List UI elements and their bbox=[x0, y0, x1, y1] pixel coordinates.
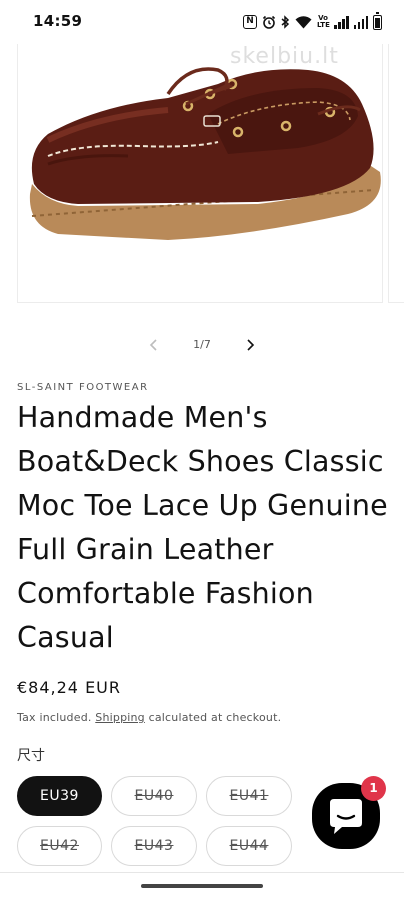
size-option-eu43[interactable]: EU43 bbox=[111, 826, 197, 866]
product-image[interactable] bbox=[17, 44, 383, 303]
size-option-label: EU41 bbox=[229, 788, 269, 804]
status-bar: 14:59 N Vo LTE bbox=[0, 0, 404, 44]
size-option-label: EU44 bbox=[229, 838, 269, 854]
vendor-name: SL-SAINT FOOTWEAR bbox=[17, 382, 149, 393]
tax-suffix: calculated at checkout. bbox=[148, 711, 282, 724]
signal-icon bbox=[353, 15, 368, 29]
nfc-icon: N bbox=[243, 15, 257, 29]
next-image-peek[interactable] bbox=[388, 44, 404, 303]
tax-note: Tax included. Shipping calculated at che… bbox=[17, 711, 281, 724]
chat-notification-badge: 1 bbox=[361, 776, 386, 801]
signal-icon bbox=[334, 15, 349, 29]
size-option-label: EU39 bbox=[40, 788, 79, 804]
size-option-eu40[interactable]: EU40 bbox=[111, 776, 197, 816]
shoe-illustration bbox=[29, 67, 381, 240]
status-icons: N Vo LTE bbox=[243, 11, 382, 31]
slider-controls: 1/7 bbox=[130, 330, 270, 360]
status-time: 14:59 bbox=[33, 12, 83, 30]
chevron-left-icon[interactable] bbox=[142, 333, 166, 357]
tax-prefix: Tax included. bbox=[17, 711, 92, 724]
product-title: Handmade Men's Boat&Deck Shoes Classic M… bbox=[17, 401, 388, 654]
alarm-icon bbox=[262, 15, 276, 29]
product-price: €84,24 EUR bbox=[17, 678, 122, 697]
shipping-link[interactable]: Shipping bbox=[95, 711, 145, 724]
size-option-eu42[interactable]: EU42 bbox=[17, 826, 102, 866]
home-indicator[interactable] bbox=[141, 884, 263, 888]
volte-icon: Vo LTE bbox=[317, 14, 330, 29]
size-label: 尺寸 bbox=[17, 748, 45, 764]
battery-icon bbox=[373, 11, 382, 30]
watermark: skelbiu.lt bbox=[230, 44, 339, 69]
size-option-eu41[interactable]: EU41 bbox=[206, 776, 292, 816]
size-option-label: EU42 bbox=[40, 838, 79, 854]
bluetooth-icon bbox=[281, 15, 290, 29]
chevron-right-icon[interactable] bbox=[238, 333, 262, 357]
size-option-label: EU43 bbox=[134, 838, 174, 854]
slide-counter: 1/7 bbox=[193, 338, 211, 351]
size-option-label: EU40 bbox=[134, 788, 174, 804]
wifi-icon bbox=[295, 15, 312, 28]
bottom-divider bbox=[0, 872, 404, 873]
size-option-eu39[interactable]: EU39 bbox=[17, 776, 102, 816]
size-option-eu44[interactable]: EU44 bbox=[206, 826, 292, 866]
